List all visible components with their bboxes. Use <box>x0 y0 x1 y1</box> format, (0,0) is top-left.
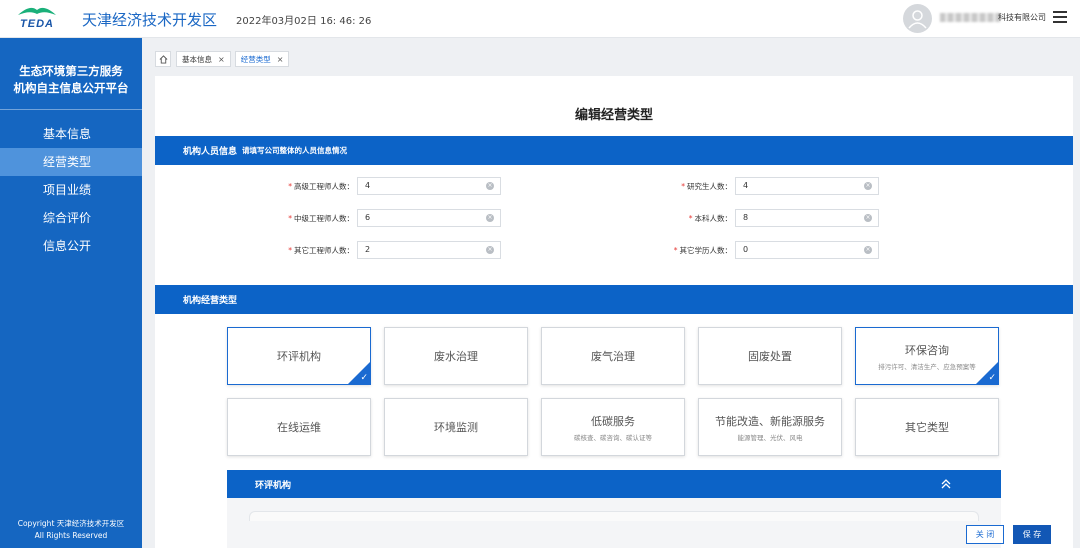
main-card: 编辑经营类型 机构人员信息 请填写公司整体的人员信息情况 * 高级工程师人数： 4… <box>155 76 1073 548</box>
copyright: Copyright 天津经济技术开发区 All Rights Reserved <box>17 519 125 540</box>
other-education-input[interactable]: 0 × <box>735 241 879 259</box>
logo-text: TEDA <box>20 18 54 30</box>
hamburger-menu-icon[interactable] <box>1053 11 1067 25</box>
sidebar-item-project-performance[interactable]: 项目业绩 <box>0 176 142 204</box>
sidebar: 生态环境第三方服务 机构自主信息公开平台 基本信息 经营类型 项目业绩 综合评价… <box>0 38 142 548</box>
undergraduate-field: * 本科人数： 8 × <box>667 209 879 227</box>
type-card-low-carbon[interactable]: 低碳服务 碳核查、碳咨询、碳认证等 <box>541 398 685 456</box>
tab-basic-info[interactable]: 基本信息 × <box>176 51 231 67</box>
sidebar-divider <box>0 109 142 110</box>
type-card-wastewater[interactable]: 废水治理 <box>384 327 528 385</box>
page-title: 编辑经营类型 <box>574 108 653 123</box>
clear-icon[interactable]: × <box>486 182 494 190</box>
undergraduate-input[interactable]: 8 × <box>735 209 879 227</box>
sidebar-item-business-type[interactable]: 经营类型 <box>0 148 142 176</box>
logo-wing-icon <box>18 7 56 15</box>
clear-icon[interactable]: × <box>864 214 872 222</box>
eia-detail-header: 环评机构 <box>227 470 1001 498</box>
redacted-company-name <box>940 13 1000 22</box>
company-name: 科技有限公司 <box>998 13 1046 22</box>
user-avatar[interactable] <box>903 4 932 33</box>
type-card-online-ops[interactable]: 在线运维 <box>227 398 371 456</box>
breadcrumb: 基本信息 × 经营类型 × <box>155 51 293 67</box>
top-header: TEDA 天津经济技术开发区 2022年03月02日 16: 46: 26 科技… <box>0 0 1080 38</box>
home-icon <box>159 54 167 64</box>
close-button[interactable]: 关 闭 <box>966 525 1004 544</box>
app-title: 天津经济技术开发区 <box>82 11 218 29</box>
senior-engineer-input[interactable]: 4 × <box>357 177 501 195</box>
type-card-other[interactable]: 其它类型 <box>855 398 999 456</box>
tab-business-type[interactable]: 经营类型 × <box>234 51 290 67</box>
chevron-up-icon[interactable] <box>940 478 952 490</box>
clear-icon[interactable]: × <box>864 182 872 190</box>
other-education-field: * 其它学历人数： 0 × <box>667 241 879 259</box>
type-card-waste-gas[interactable]: 废气治理 <box>541 327 685 385</box>
check-icon: ✓ <box>360 373 368 383</box>
intermediate-engineer-input[interactable]: 6 × <box>357 209 501 227</box>
clear-icon[interactable]: × <box>486 246 494 254</box>
eia-detail-panel <box>227 498 1001 548</box>
save-button[interactable]: 保 存 <box>1013 525 1051 544</box>
postgraduate-input[interactable]: 4 × <box>735 177 879 195</box>
personnel-section-header: 机构人员信息 请填写公司整体的人员信息情况 <box>155 136 1073 165</box>
clear-icon[interactable]: × <box>864 246 872 254</box>
platform-title: 生态环境第三方服务 机构自主信息公开平台 <box>13 64 129 95</box>
user-icon <box>908 10 927 29</box>
business-type-section-header: 机构经营类型 <box>155 285 1073 314</box>
type-card-env-monitoring[interactable]: 环境监测 <box>384 398 528 456</box>
type-card-solid-waste[interactable]: 固废处置 <box>698 327 842 385</box>
close-icon[interactable]: × <box>277 55 284 64</box>
sidebar-item-basic-info[interactable]: 基本信息 <box>0 120 142 148</box>
other-engineer-field: * 其它工程师人数： 2 × <box>288 241 501 259</box>
other-engineer-input[interactable]: 2 × <box>357 241 501 259</box>
clear-icon[interactable]: × <box>486 214 494 222</box>
senior-engineer-field: * 高级工程师人数： 4 × <box>288 177 501 195</box>
close-icon[interactable]: × <box>218 55 225 64</box>
check-icon: ✓ <box>988 373 996 383</box>
sidebar-item-info-disclosure[interactable]: 信息公开 <box>0 232 142 260</box>
intermediate-engineer-field: * 中级工程师人数： 6 × <box>288 209 501 227</box>
current-datetime: 2022年03月02日 16: 46: 26 <box>236 16 372 27</box>
sidebar-nav: 基本信息 经营类型 项目业绩 综合评价 信息公开 <box>0 120 142 260</box>
teda-logo: TEDA <box>14 6 60 32</box>
postgraduate-field: * 研究生人数： 4 × <box>667 177 879 195</box>
home-button[interactable] <box>155 51 171 67</box>
type-card-eia[interactable]: 环评机构 ✓ <box>227 327 371 385</box>
sidebar-item-overall-evaluation[interactable]: 综合评价 <box>0 204 142 232</box>
type-card-env-consulting[interactable]: 环保咨询 排污许可、清洁生产、应急预案等 ✓ <box>855 327 999 385</box>
type-card-energy-saving[interactable]: 节能改造、新能源服务 能源管理、光伏、风电 <box>698 398 842 456</box>
